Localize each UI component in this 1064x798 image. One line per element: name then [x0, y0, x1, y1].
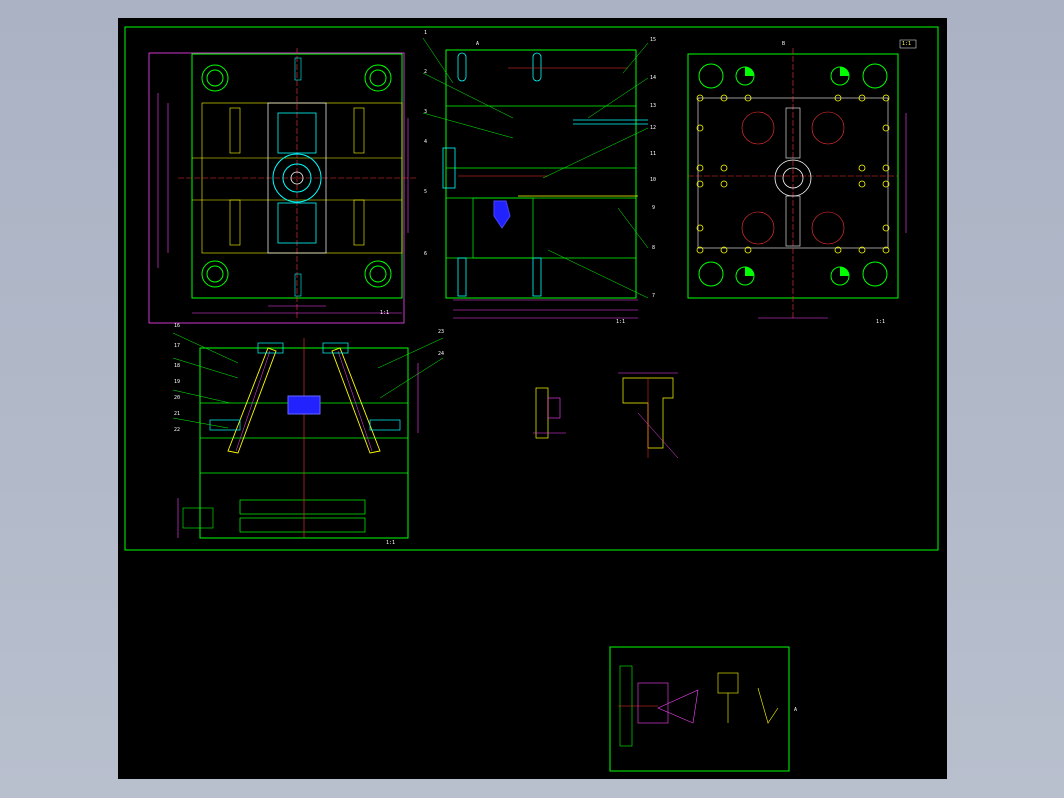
view1-scale-label: 1:1: [380, 310, 390, 316]
drawing-canvas[interactable]: 1:1 1:1 1:1 1:1 1:1 A B 1 2 3 4 5 6 7 8 …: [118, 18, 947, 779]
balloon-15: 15: [650, 37, 657, 43]
balloon-24: 24: [438, 351, 445, 357]
view-top-left: [148, 48, 418, 324]
note-label: 1:1: [902, 41, 912, 47]
section-mark-a: A: [476, 41, 480, 47]
balloon-3: 3: [424, 109, 428, 115]
balloon-17: 17: [174, 343, 181, 349]
balloon-22: 22: [174, 427, 181, 433]
detail-frame: [609, 646, 790, 772]
balloon-7: 7: [652, 293, 656, 299]
balloon-19: 19: [174, 379, 181, 385]
section-mark-b: B: [782, 41, 786, 47]
balloon-8: 8: [652, 245, 656, 251]
balloon-16: 16: [174, 323, 181, 329]
balloon-2: 2: [424, 69, 428, 75]
balloon-18: 18: [174, 363, 181, 369]
balloon-10: 10: [650, 177, 657, 183]
balloon-12: 12: [650, 125, 657, 131]
balloon-1: 1: [424, 30, 428, 36]
balloon-6: 6: [424, 251, 428, 257]
details-middle: [533, 372, 679, 459]
balloon-21: 21: [174, 411, 181, 417]
details-bottom: [618, 665, 779, 747]
balloon-23: 23: [438, 329, 445, 335]
balloon-13: 13: [650, 103, 657, 109]
balloon-20: 20: [174, 395, 181, 401]
balloon-9: 9: [652, 205, 656, 211]
view-top-right: [687, 39, 917, 319]
cad-drawing: [124, 26, 939, 772]
balloon-4: 4: [424, 139, 428, 145]
view2-scale-label: 1:1: [616, 319, 626, 325]
balloon-5: 5: [424, 189, 428, 195]
main-frame: [124, 26, 939, 551]
view3-scale-label: 1:1: [876, 319, 886, 325]
detail-label: A: [794, 707, 798, 713]
balloon-11: 11: [650, 151, 657, 157]
view-lower-left: [172, 332, 444, 539]
view4-scale-label: 1:1: [386, 540, 396, 546]
balloon-14: 14: [650, 75, 657, 81]
view-center-section: [422, 37, 649, 319]
